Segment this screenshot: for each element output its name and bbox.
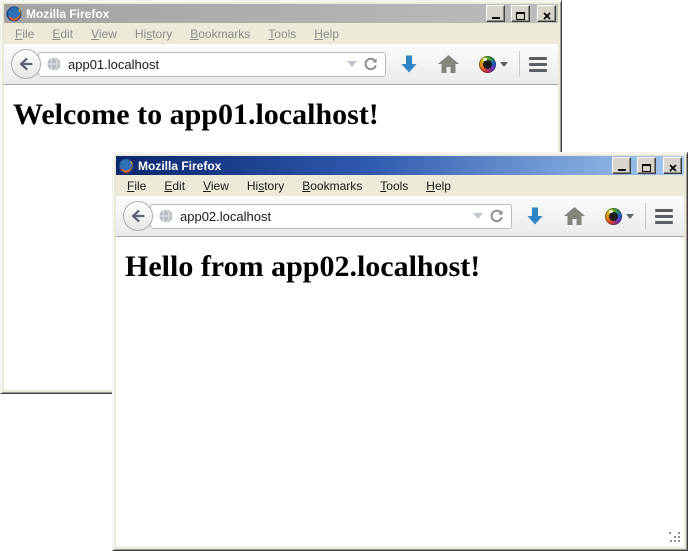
menu-item-edit[interactable]: Edit	[43, 25, 82, 43]
firefox-window-app02[interactable]: Mozilla Firefox FileEditViewHistoryBookm…	[112, 152, 688, 551]
chevron-down-icon[interactable]	[347, 61, 357, 67]
menu-item-help[interactable]: Help	[417, 177, 460, 195]
back-button[interactable]	[11, 49, 41, 79]
chevron-down-icon[interactable]	[473, 213, 483, 219]
menu-item-history[interactable]: History	[238, 177, 293, 195]
url-input[interactable]: app01.localhost	[68, 57, 341, 72]
url-bar[interactable]: app02.localhost	[150, 204, 512, 229]
globe-icon[interactable]	[158, 208, 174, 224]
back-button[interactable]	[123, 201, 153, 231]
menu-item-history[interactable]: History	[126, 25, 181, 43]
minimize-icon[interactable]	[486, 5, 505, 22]
menu-bar: FileEditViewHistoryBookmarksToolsHelp	[4, 23, 558, 44]
toolbar-separator	[519, 51, 520, 77]
home-icon[interactable]	[438, 55, 459, 73]
reload-icon[interactable]	[363, 57, 378, 72]
maximize-icon[interactable]	[637, 157, 656, 174]
firefox-logo-icon	[6, 6, 22, 22]
hamburger-menu-icon[interactable]	[655, 209, 673, 224]
resize-grip[interactable]	[669, 532, 682, 545]
maximize-icon[interactable]	[511, 5, 530, 22]
menu-item-bookmarks[interactable]: Bookmarks	[293, 177, 371, 195]
globe-icon[interactable]	[46, 56, 62, 72]
page-heading: Hello from app02.localhost!	[125, 250, 684, 284]
menu-item-tools[interactable]: Tools	[371, 177, 417, 195]
url-input[interactable]: app02.localhost	[180, 209, 467, 224]
reload-icon[interactable]	[489, 209, 504, 224]
home-icon[interactable]	[564, 207, 585, 225]
titlebar[interactable]: Mozilla Firefox	[4, 4, 558, 23]
hamburger-menu-icon[interactable]	[529, 57, 547, 72]
download-arrow-icon[interactable]	[400, 54, 418, 74]
menu-item-help[interactable]: Help	[305, 25, 348, 43]
download-arrow-icon[interactable]	[526, 206, 544, 226]
toolbar-separator	[645, 203, 646, 229]
menu-item-bookmarks[interactable]: Bookmarks	[181, 25, 259, 43]
menu-bar: FileEditViewHistoryBookmarksToolsHelp	[116, 175, 684, 196]
menu-item-edit[interactable]: Edit	[155, 177, 194, 195]
window-title: Mozilla Firefox	[138, 159, 606, 173]
page-content: Hello from app02.localhost!	[116, 237, 684, 547]
navigation-toolbar: app01.localhost	[4, 44, 558, 85]
color-wheel-button[interactable]	[479, 56, 508, 73]
minimize-icon[interactable]	[612, 157, 631, 174]
menu-item-file[interactable]: File	[6, 25, 43, 43]
menu-item-view[interactable]: View	[82, 25, 126, 43]
menu-item-tools[interactable]: Tools	[259, 25, 305, 43]
page-heading: Welcome to app01.localhost!	[13, 98, 558, 132]
close-icon[interactable]	[537, 5, 556, 22]
color-wheel-icon	[479, 56, 496, 73]
firefox-logo-icon	[118, 158, 134, 174]
menu-item-file[interactable]: File	[118, 177, 155, 195]
navigation-toolbar: app02.localhost	[116, 196, 684, 237]
dropdown-caret-icon	[626, 214, 634, 219]
titlebar[interactable]: Mozilla Firefox	[116, 156, 684, 175]
url-bar[interactable]: app01.localhost	[38, 52, 386, 77]
window-title: Mozilla Firefox	[26, 7, 480, 21]
color-wheel-button[interactable]	[605, 208, 634, 225]
dropdown-caret-icon	[500, 62, 508, 67]
color-wheel-icon	[605, 208, 622, 225]
close-icon[interactable]	[663, 157, 682, 174]
menu-item-view[interactable]: View	[194, 177, 238, 195]
